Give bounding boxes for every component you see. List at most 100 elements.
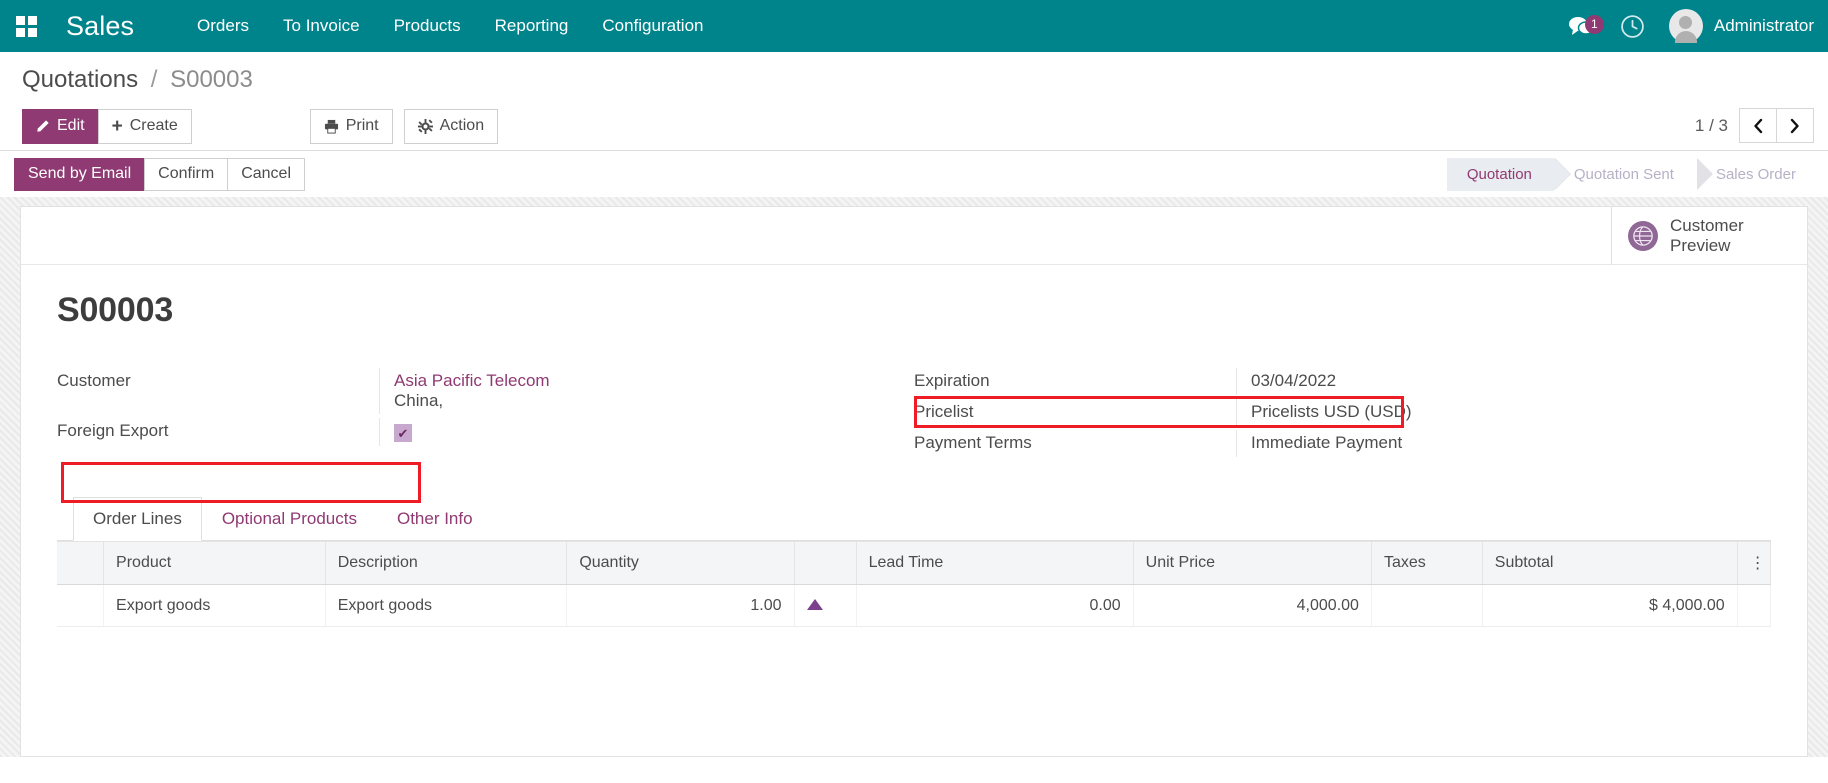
customer-preview-line1: Customer	[1670, 216, 1744, 236]
cell-description[interactable]: Export goods	[325, 585, 567, 627]
chevron-right-icon	[1789, 118, 1801, 134]
field-payment-terms-value[interactable]: Immediate Payment	[1236, 430, 1723, 457]
breadcrumb-root-quotations[interactable]: Quotations	[22, 66, 138, 93]
form-column-right: Expiration 03/04/2022 Pricelist Pricelis…	[914, 368, 1771, 461]
menu-item-to-invoice[interactable]: To Invoice	[266, 0, 377, 52]
print-button[interactable]: Print	[310, 109, 393, 144]
menu-item-products[interactable]: Products	[377, 0, 478, 52]
header-uom	[794, 542, 856, 585]
stat-button-box: Customer Preview	[21, 207, 1807, 265]
pager-value: 1 / 3	[1695, 116, 1728, 136]
send-by-email-button[interactable]: Send by Email	[14, 158, 145, 191]
form-background: Customer Preview S00003 Customer Asia Pa…	[0, 197, 1828, 757]
header-unit-price[interactable]: Unit Price	[1133, 542, 1371, 585]
header-drag-handle	[57, 542, 104, 585]
tab-other-info[interactable]: Other Info	[377, 497, 493, 541]
confirm-button[interactable]: Confirm	[144, 158, 228, 191]
navbar-right-tools: 1 Administrator	[1556, 0, 1828, 52]
field-customer-label: Customer	[57, 368, 379, 394]
field-payment-terms-label: Payment Terms	[914, 430, 1236, 456]
form-columns: Customer Asia Pacific Telecom China, For…	[57, 368, 1771, 461]
stage-quotation-sent[interactable]: Quotation Sent	[1554, 158, 1696, 191]
record-sheet: Customer Preview S00003 Customer Asia Pa…	[20, 206, 1808, 757]
record-pager: 1 / 3	[1695, 108, 1814, 143]
action-button-label: Action	[440, 117, 484, 135]
header-taxes[interactable]: Taxes	[1371, 542, 1482, 585]
customer-name: Asia Pacific Telecom	[394, 371, 550, 390]
header-subtotal[interactable]: Subtotal	[1482, 542, 1737, 585]
breadcrumb-separator: /	[151, 66, 158, 93]
apps-menu-button[interactable]	[0, 0, 52, 52]
field-customer-value[interactable]: Asia Pacific Telecom China,	[379, 368, 866, 414]
field-foreign-export: Foreign Export ✔	[57, 418, 866, 449]
menu-item-configuration[interactable]: Configuration	[585, 0, 720, 52]
field-foreign-export-label: Foreign Export	[57, 418, 379, 444]
field-expiration-value[interactable]: 03/04/2022	[1236, 368, 1723, 395]
customer-preview-line2: Preview	[1670, 236, 1744, 256]
user-menu-button[interactable]: Administrator	[1663, 9, 1814, 43]
breadcrumb-current-record: S00003	[170, 66, 253, 93]
cell-row-options	[1737, 585, 1770, 627]
activities-button[interactable]	[1606, 14, 1663, 39]
customer-preview-button[interactable]: Customer Preview	[1611, 207, 1807, 265]
cell-uom	[794, 585, 856, 627]
edit-button[interactable]: Edit	[22, 109, 99, 144]
field-expiration: Expiration 03/04/2022	[914, 368, 1723, 399]
order-lines-table: Product Description Quantity Lead Time U…	[57, 541, 1771, 627]
tab-optional-products[interactable]: Optional Products	[202, 497, 377, 541]
menu-item-orders[interactable]: Orders	[180, 0, 266, 52]
cell-taxes[interactable]	[1371, 585, 1482, 627]
app-brand-sales[interactable]: Sales	[66, 11, 134, 42]
table-header-row: Product Description Quantity Lead Time U…	[57, 542, 1771, 585]
action-button[interactable]: Action	[404, 109, 498, 144]
header-lead-time[interactable]: Lead Time	[856, 542, 1133, 585]
field-pricelist: Pricelist Pricelists USD (USD)	[914, 399, 1723, 430]
field-pricelist-value[interactable]: Pricelists USD (USD)	[1236, 399, 1723, 426]
header-product[interactable]: Product	[104, 542, 326, 585]
menu-item-reporting[interactable]: Reporting	[478, 0, 586, 52]
clock-icon	[1620, 14, 1645, 39]
create-button[interactable]: + Create	[98, 109, 192, 144]
cell-unit-price[interactable]: 4,000.00	[1133, 585, 1371, 627]
username-label: Administrator	[1714, 16, 1814, 36]
edit-button-label: Edit	[57, 117, 85, 135]
notebook-tabs: Order Lines Optional Products Other Info	[57, 497, 1771, 541]
form-column-left: Customer Asia Pacific Telecom China, For…	[57, 368, 914, 461]
stage-sales-order[interactable]: Sales Order	[1696, 158, 1818, 191]
pager-previous-button[interactable]	[1739, 108, 1777, 143]
stage-pills: Quotation Quotation Sent Sales Order	[1447, 158, 1818, 191]
status-bar: Send by Email Confirm Cancel Quotation Q…	[0, 150, 1828, 197]
plus-icon: +	[112, 117, 123, 136]
pager-next-button[interactable]	[1776, 108, 1814, 143]
messages-button[interactable]: 1	[1556, 15, 1606, 37]
control-panel: Edit + Create Print	[0, 102, 1828, 150]
apps-grid-icon	[16, 16, 37, 37]
gear-icon	[418, 119, 433, 134]
breadcrumb: Quotations / S00003	[0, 52, 1828, 102]
print-button-label: Print	[346, 117, 379, 135]
cell-lead-time[interactable]: 0.00	[856, 585, 1133, 627]
header-quantity[interactable]: Quantity	[567, 542, 794, 585]
cell-quantity[interactable]: 1.00	[567, 585, 794, 627]
field-pricelist-label: Pricelist	[914, 399, 1236, 425]
field-payment-terms: Payment Terms Immediate Payment	[914, 430, 1723, 461]
header-description[interactable]: Description	[325, 542, 567, 585]
notebook: Order Lines Optional Products Other Info…	[57, 497, 1771, 627]
stage-quotation[interactable]: Quotation	[1447, 158, 1554, 191]
column-options-icon[interactable]: ⋮	[1737, 542, 1770, 585]
messages-badge: 1	[1585, 15, 1604, 34]
record-actions-group: Edit + Create	[22, 109, 192, 144]
main-menu: Orders To Invoice Products Reporting Con…	[180, 0, 720, 52]
tab-order-lines[interactable]: Order Lines	[73, 497, 202, 541]
field-expiration-label: Expiration	[914, 368, 1236, 394]
table-row[interactable]: Export goods Export goods 1.00 0.00 4,00…	[57, 585, 1771, 627]
order-lines-body: Export goods Export goods 1.00 0.00 4,00…	[57, 585, 1771, 627]
field-customer: Customer Asia Pacific Telecom China,	[57, 368, 866, 414]
page-title: S00003	[57, 291, 1771, 330]
cell-product[interactable]: Export goods	[104, 585, 326, 627]
sheet-body: S00003 Customer Asia Pacific Telecom Chi…	[21, 265, 1807, 627]
row-drag-handle[interactable]	[57, 585, 104, 627]
printer-icon	[324, 119, 339, 134]
foreign-export-checkbox[interactable]: ✔	[394, 424, 412, 442]
cancel-button[interactable]: Cancel	[227, 158, 305, 191]
